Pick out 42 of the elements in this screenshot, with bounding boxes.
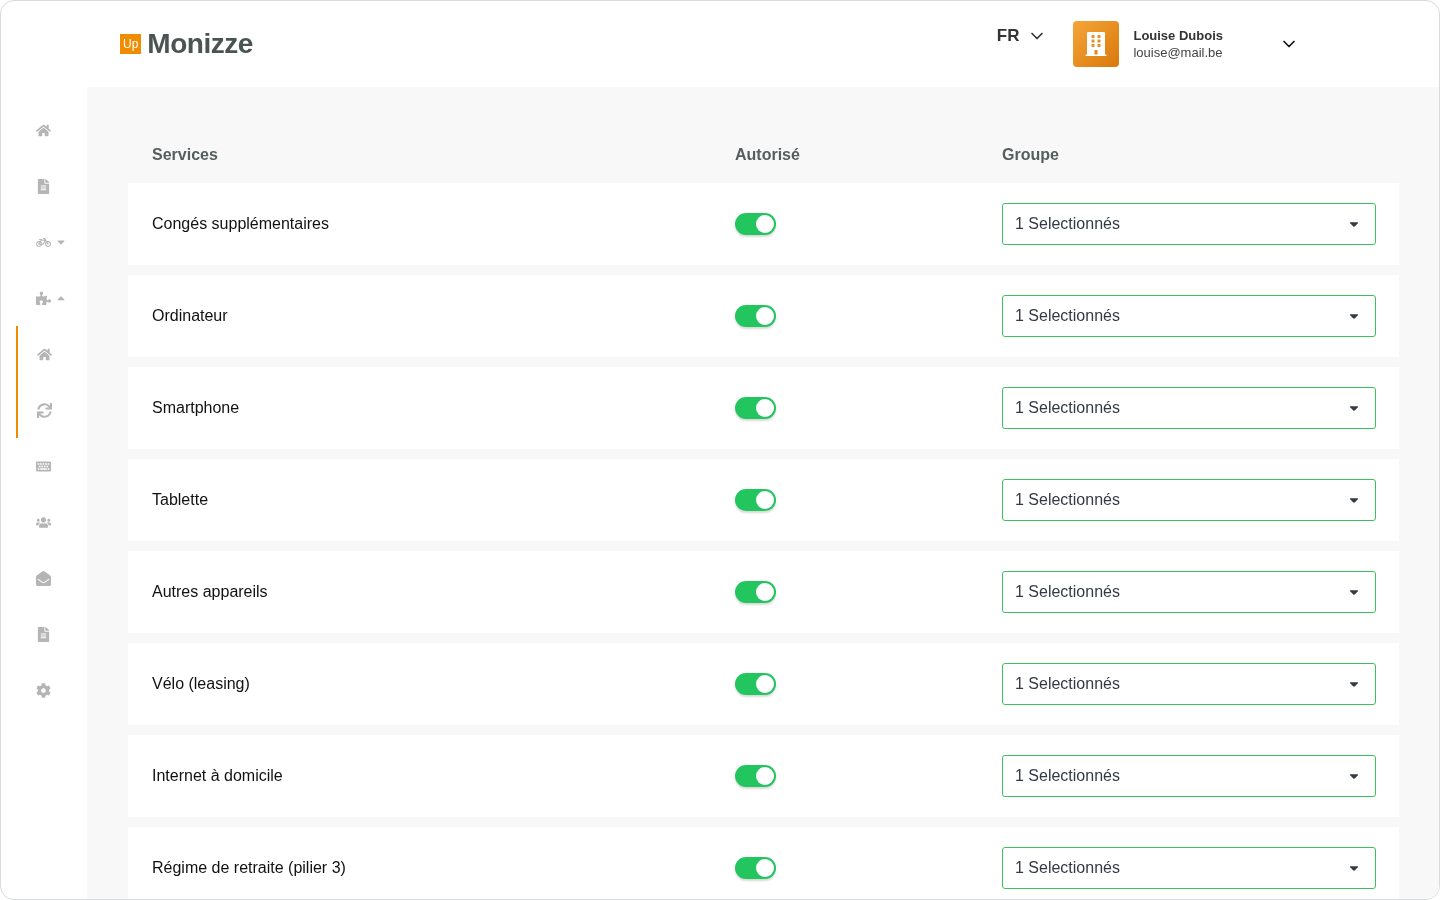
column-header: Groupe bbox=[1002, 146, 1060, 164]
group-dropdown[interactable]: 1 Selectionnés bbox=[1002, 479, 1376, 521]
service-name: Autres appareils bbox=[152, 583, 269, 601]
user-name: Louise Dubois bbox=[1133, 28, 1223, 43]
sidebar-icon[interactable] bbox=[36, 514, 51, 530]
user-email: louise@mail.be bbox=[1133, 45, 1223, 60]
group-dropdown[interactable]: 1 Selectionnés bbox=[1002, 847, 1376, 889]
toggle-switch[interactable] bbox=[735, 673, 776, 695]
sidebar-icon[interactable] bbox=[36, 626, 51, 642]
language-selector[interactable]: FR bbox=[996, 26, 1048, 46]
logo-text: Monizze bbox=[147, 28, 253, 60]
group-dropdown[interactable]: 1 Selectionnés bbox=[1002, 755, 1376, 797]
sidebar-icon[interactable] bbox=[36, 122, 51, 138]
service-name: Régime de retraite (pilier 3) bbox=[152, 859, 347, 877]
toggle-switch[interactable] bbox=[735, 397, 776, 419]
group-dropdown[interactable]: 1 Selectionnés bbox=[1002, 571, 1376, 613]
company-avatar bbox=[1073, 21, 1120, 67]
service-name: Internet à domicile bbox=[152, 767, 284, 785]
sidebar-icon[interactable] bbox=[36, 178, 51, 194]
service-name: Smartphone bbox=[152, 399, 241, 417]
group-dropdown[interactable]: 1 Selectionnés bbox=[1002, 203, 1376, 245]
group-dropdown[interactable]: 1 Selectionnés bbox=[1002, 663, 1376, 705]
sidebar-icon[interactable] bbox=[36, 682, 51, 698]
sidebar-icon[interactable] bbox=[36, 290, 51, 306]
sidebar-icon[interactable] bbox=[37, 402, 52, 418]
group-dropdown[interactable]: 1 Selectionnés bbox=[1002, 387, 1376, 429]
column-header: Services bbox=[152, 146, 219, 164]
column-header: Autorisé bbox=[735, 146, 801, 164]
logo-badge: Up bbox=[120, 34, 142, 54]
toggle-switch[interactable] bbox=[735, 765, 776, 787]
service-name: Tablette bbox=[152, 491, 210, 509]
toggle-switch[interactable] bbox=[735, 213, 776, 235]
service-name: Congés supplémentaires bbox=[152, 215, 330, 233]
group-dropdown[interactable]: 1 Selectionnés bbox=[1002, 295, 1376, 337]
sidebar-icon[interactable] bbox=[36, 570, 51, 586]
toggle-switch[interactable] bbox=[735, 581, 776, 603]
service-name: Vélo (leasing) bbox=[152, 675, 251, 693]
sidebar-icon[interactable] bbox=[37, 346, 52, 362]
service-name: Ordinateur bbox=[152, 307, 229, 325]
toggle-switch[interactable] bbox=[735, 489, 776, 511]
toggle-switch[interactable] bbox=[735, 857, 776, 879]
toggle-switch[interactable] bbox=[735, 305, 776, 327]
